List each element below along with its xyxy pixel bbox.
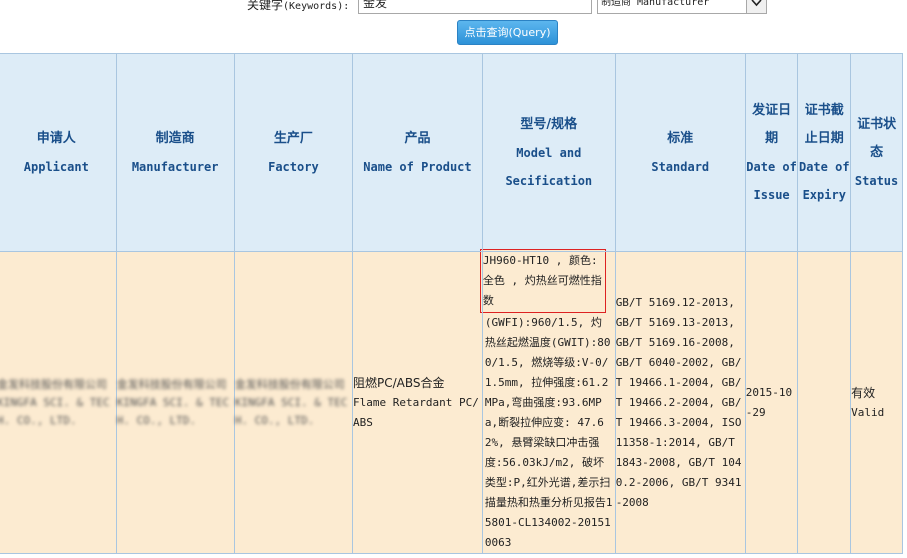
header-standard: 标准 Standard xyxy=(614,53,746,252)
header-product: 产品 Name of Product xyxy=(352,53,483,252)
cell-status: 有效 Valid xyxy=(850,251,903,554)
cell-date-of-issue: 2015-10-29 xyxy=(744,251,799,554)
cell-applicant: 金发科技股份有限公司 KINGFA SCI. & TECH. CO., LTD. xyxy=(0,251,117,554)
search-bar: 关键字(Keywords): 金发 制造商 Manufacturer 点击查询(… xyxy=(0,0,907,54)
header-label-en: Name of Product xyxy=(363,159,472,174)
keywords-label-cn: 关键字 xyxy=(247,0,284,12)
header-label-cn: 证书状态 xyxy=(857,116,897,160)
chevron-down-icon[interactable] xyxy=(746,0,766,13)
header-label-en: Manufacturer xyxy=(131,159,219,174)
cell-product: 阻燃PC/ABS合金 Flame Retardant PC/ABS xyxy=(352,251,483,554)
cell-factory: 金发科技股份有限公司 KINGFA SCI. & TECH. CO., LTD. xyxy=(233,251,354,554)
header-model: 型号/规格 Model and Secification xyxy=(481,53,616,252)
results-table: 申请人 Applicant 制造商 Manufacturer 生产厂 Factory … xyxy=(0,53,903,554)
header-applicant: 申请人 Applicant xyxy=(0,53,117,252)
header-label-en: Factory xyxy=(268,159,319,174)
model-highlight-box: JH960-HT10 , 颜色:全色 , 灼热丝可燃性指数 xyxy=(479,249,606,313)
header-date-of-issue: 发证日期 Date of Issue xyxy=(744,53,799,252)
header-status: 证书状态 Status xyxy=(850,53,903,252)
header-label-cn: 制造商 xyxy=(155,130,195,146)
header-label-cn: 生产厂 xyxy=(273,130,313,146)
header-label-cn: 型号/规格 xyxy=(520,116,578,132)
cell-date-of-expiry xyxy=(797,251,852,554)
manufacturer-text: 金发科技股份有限公司 KINGFA SCI. & TECH. CO., LTD. xyxy=(116,377,230,427)
header-label-cn: 申请人 xyxy=(36,130,76,146)
keyword-input[interactable]: 金发 xyxy=(358,0,592,14)
header-manufacturer: 制造商 Manufacturer xyxy=(115,53,235,252)
header-factory: 生产厂 Factory xyxy=(233,53,354,252)
header-label-en: Model and Secification xyxy=(505,145,593,188)
date-of-issue-text: 2015-10-29 xyxy=(745,385,793,419)
header-label-en: Standard xyxy=(651,159,710,174)
product-name-en: Flame Retardant PC/ABS xyxy=(353,395,479,429)
query-button[interactable]: 点击查询(Query) xyxy=(457,20,558,45)
header-label-cn: 发证日期 xyxy=(752,102,792,146)
status-text-cn: 有效 xyxy=(851,385,876,400)
header-label-cn: 证书截止日期 xyxy=(804,102,844,146)
keywords-label-en: (Keywords): xyxy=(283,1,350,12)
search-type-value: 制造商 Manufacturer xyxy=(601,0,710,8)
cell-standard: GB/T 5169.12-2013, GB/T 5169.13-2013, GB… xyxy=(614,251,746,554)
standard-text: GB/T 5169.12-2013, GB/T 5169.13-2013, GB… xyxy=(615,295,742,509)
header-label-cn: 产品 xyxy=(404,130,431,146)
model-spec-text: (GWFI):960/1.5, 灼热丝起燃温度(GWIT):800/1.5, 燃… xyxy=(484,316,613,549)
keywords-label: 关键字(Keywords): xyxy=(247,0,349,13)
cell-manufacturer: 金发科技股份有限公司 KINGFA SCI. & TECH. CO., LTD. xyxy=(115,251,235,554)
applicant-text: 金发科技股份有限公司 KINGFA SCI. & TECH. CO., LTD. xyxy=(0,377,110,427)
header-label-en: Status xyxy=(854,173,899,188)
product-name-cn: 阻燃PC/ABS合金 xyxy=(353,375,445,390)
factory-text: 金发科技股份有限公司 KINGFA SCI. & TECH. CO., LTD. xyxy=(234,377,348,427)
header-date-of-expiry: 证书截止日期 Date of Expiry xyxy=(797,53,852,252)
header-label-en: Date of Issue xyxy=(746,159,797,202)
header-label-en: Date of Expiry xyxy=(798,159,850,202)
table-row: 金发科技股份有限公司 KINGFA SCI. & TECH. CO., LTD.… xyxy=(0,249,903,554)
table-header-row: 申请人 Applicant 制造商 Manufacturer 生产厂 Factory … xyxy=(0,53,903,252)
header-label-en: Applicant xyxy=(23,159,89,174)
search-type-select[interactable]: 制造商 Manufacturer xyxy=(597,0,767,14)
header-label-cn: 标准 xyxy=(667,130,694,146)
cell-model: JH960-HT10 , 颜色:全色 , 灼热丝可燃性指数 (GWFI):960… xyxy=(479,249,616,554)
status-text-en: Valid xyxy=(851,405,885,419)
